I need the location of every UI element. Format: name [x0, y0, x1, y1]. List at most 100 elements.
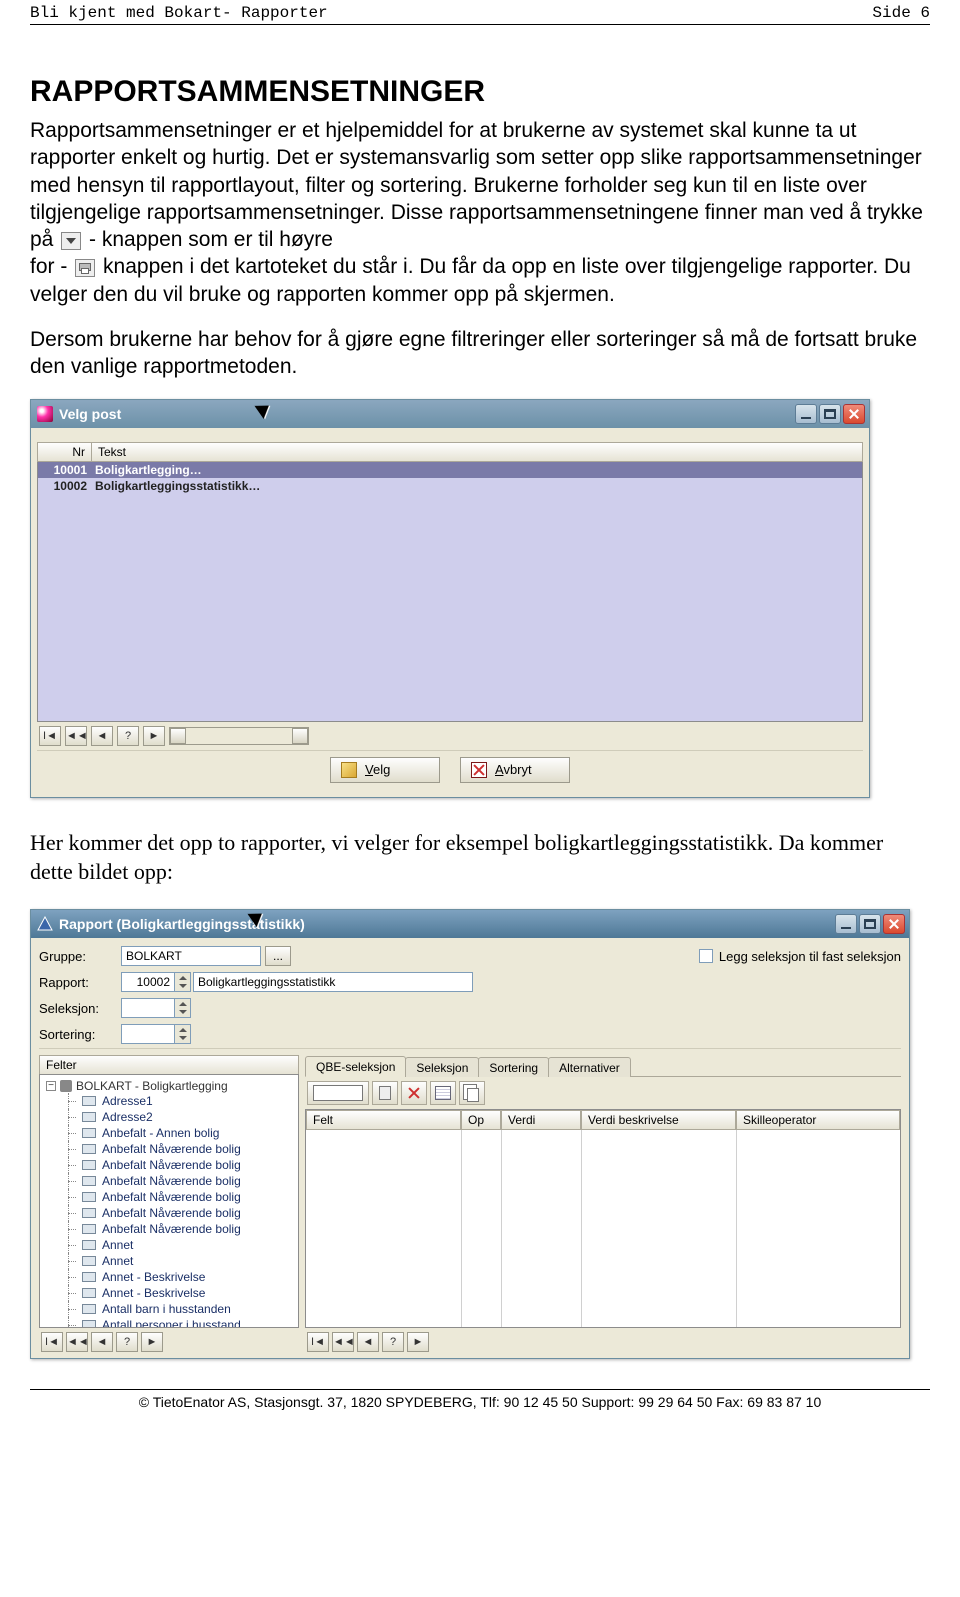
- tree-item[interactable]: Adresse1: [64, 1093, 298, 1109]
- minimize-button[interactable]: [835, 914, 857, 934]
- tree-item[interactable]: Anbefalt Nåværende bolig: [64, 1221, 298, 1237]
- cancel-icon: [471, 762, 487, 778]
- tree-item[interactable]: Antall personer i husstand: [64, 1317, 298, 1328]
- branch-icon: [64, 1141, 76, 1157]
- branch-icon: [64, 1285, 76, 1301]
- page-title: RAPPORTSAMMENSETNINGER: [30, 75, 930, 109]
- window-title: Velg post: [59, 406, 795, 422]
- nav-next-button[interactable]: ►: [143, 726, 165, 746]
- browse-button[interactable]: ...: [265, 946, 291, 966]
- felter-header: Felter: [39, 1055, 299, 1074]
- tree-item[interactable]: Annet - Beskrivelse: [64, 1269, 298, 1285]
- checkbox-icon[interactable]: [699, 949, 713, 963]
- minimize-button[interactable]: [795, 404, 817, 424]
- nav-next-button[interactable]: ►: [407, 1332, 429, 1352]
- col-verdi[interactable]: Verdi: [501, 1110, 581, 1130]
- nav-scrollbar[interactable]: [169, 727, 309, 745]
- tree-item[interactable]: Anbefalt Nåværende bolig: [64, 1157, 298, 1173]
- field-icon: [82, 1112, 96, 1122]
- sortering-label: Sortering:: [39, 1027, 121, 1042]
- fast-seleksjon-checkbox[interactable]: Legg seleksjon til fast seleksjon: [699, 949, 901, 964]
- clear-button[interactable]: [401, 1081, 427, 1105]
- tree-item[interactable]: Annet: [64, 1237, 298, 1253]
- col-op[interactable]: Op: [461, 1110, 501, 1130]
- tree-item[interactable]: Adresse2: [64, 1109, 298, 1125]
- branch-icon: [64, 1173, 76, 1189]
- tree-item[interactable]: Anbefalt - Annen bolig: [64, 1125, 298, 1141]
- spin-buttons[interactable]: [175, 972, 191, 992]
- qbe-toolbar: [305, 1077, 901, 1109]
- tree-item[interactable]: Anbefalt Nåværende bolig: [64, 1173, 298, 1189]
- field-icon: [82, 1160, 96, 1170]
- nav-first-button[interactable]: I◄: [39, 726, 61, 746]
- field-icon: [82, 1304, 96, 1314]
- dialog-buttons: Velg Avbryt: [37, 750, 863, 791]
- tree-item[interactable]: Anbefalt Nåværende bolig: [64, 1189, 298, 1205]
- field-icon: [82, 1224, 96, 1234]
- branch-icon: [64, 1157, 76, 1173]
- nav-next-button[interactable]: ►: [141, 1332, 163, 1352]
- nav-prev-button[interactable]: ◄: [91, 726, 113, 746]
- col-skilleoperator[interactable]: Skilleoperator: [736, 1110, 900, 1130]
- list-pane[interactable]: 10001 Boligkartlegging… 10002 Boligkartl…: [37, 462, 863, 722]
- close-button[interactable]: [883, 914, 905, 934]
- col-felt[interactable]: Felt: [306, 1110, 461, 1130]
- tab-alternativer[interactable]: Alternativer: [548, 1057, 631, 1077]
- col-verdi-beskrivelse[interactable]: Verdi beskrivelse: [581, 1110, 736, 1130]
- rapport-nr-input[interactable]: 10002: [121, 972, 175, 992]
- nav-help-button[interactable]: ?: [116, 1332, 138, 1352]
- col-tekst[interactable]: Tekst: [92, 442, 863, 462]
- nav-prev-button[interactable]: ◄: [91, 1332, 113, 1352]
- field-icon: [82, 1320, 96, 1328]
- nav-prev-button[interactable]: ◄: [357, 1332, 379, 1352]
- titlebar[interactable]: Velg post: [31, 400, 869, 428]
- copy-button[interactable]: [459, 1081, 485, 1105]
- titlebar[interactable]: Rapport (Boligkartleggingsstatistikk): [31, 910, 909, 938]
- col-nr[interactable]: Nr: [37, 442, 92, 462]
- tab-seleksjon[interactable]: Seleksjon: [405, 1057, 479, 1077]
- avbryt-button[interactable]: Avbryt: [460, 757, 570, 783]
- nav-first-button[interactable]: I◄: [307, 1332, 329, 1352]
- gruppe-input[interactable]: BOLKART: [121, 946, 261, 966]
- tree-item[interactable]: Annet: [64, 1253, 298, 1269]
- nav-prev-page-button[interactable]: ◄◄: [65, 726, 87, 746]
- branch-icon: [64, 1269, 76, 1285]
- nav-help-button[interactable]: ?: [382, 1332, 404, 1352]
- rapport-name-input[interactable]: Boligkartleggingsstatistikk: [193, 972, 473, 992]
- nav-help-button[interactable]: ?: [117, 726, 139, 746]
- tree-item[interactable]: Annet - Beskrivelse: [64, 1285, 298, 1301]
- tree-item[interactable]: Anbefalt Nåværende bolig: [64, 1205, 298, 1221]
- tree-root[interactable]: − BOLKART - Boligkartlegging: [46, 1079, 298, 1093]
- velg-button[interactable]: Velg: [330, 757, 440, 783]
- tree-item[interactable]: Anbefalt Nåværende bolig: [64, 1141, 298, 1157]
- qbe-grid[interactable]: Felt Op Verdi Verdi beskrivelse Skilleop…: [305, 1109, 901, 1328]
- collapse-icon[interactable]: −: [46, 1081, 56, 1091]
- calendar-button[interactable]: [430, 1081, 456, 1105]
- tree-item[interactable]: Antall barn i husstanden: [64, 1301, 298, 1317]
- tab-qbe[interactable]: QBE-seleksjon: [305, 1056, 406, 1077]
- window-title: Rapport (Boligkartleggingsstatistikk): [59, 916, 835, 932]
- record-navigator: I◄ ◄◄ ◄ ? ►: [39, 1328, 299, 1358]
- branch-icon: [64, 1109, 76, 1125]
- delete-button[interactable]: [372, 1081, 398, 1105]
- list-item[interactable]: 10001 Boligkartlegging…: [38, 462, 862, 478]
- seleksjon-input[interactable]: [121, 998, 175, 1018]
- nav-prev-page-button[interactable]: ◄◄: [66, 1332, 88, 1352]
- nav-prev-page-button[interactable]: ◄◄: [332, 1332, 354, 1352]
- doc-header: Bli kjent med Bokart- Rapporter Side 6: [30, 0, 930, 25]
- field-icon: [82, 1096, 96, 1106]
- nav-first-button[interactable]: I◄: [41, 1332, 63, 1352]
- field-icon: [82, 1240, 96, 1250]
- branch-icon: [64, 1301, 76, 1317]
- fields-tree[interactable]: − BOLKART - Boligkartlegging Adresse1Adr…: [39, 1074, 299, 1328]
- sortering-input[interactable]: [121, 1024, 175, 1044]
- spin-buttons[interactable]: [175, 1024, 191, 1044]
- branch-icon: [64, 1205, 76, 1221]
- close-button[interactable]: [843, 404, 865, 424]
- tab-sortering[interactable]: Sortering: [478, 1057, 549, 1077]
- maximize-button[interactable]: [859, 914, 881, 934]
- new-button[interactable]: [307, 1081, 369, 1105]
- spin-buttons[interactable]: [175, 998, 191, 1018]
- list-item[interactable]: 10002 Boligkartleggingsstatistikk…: [38, 478, 862, 494]
- maximize-button[interactable]: [819, 404, 841, 424]
